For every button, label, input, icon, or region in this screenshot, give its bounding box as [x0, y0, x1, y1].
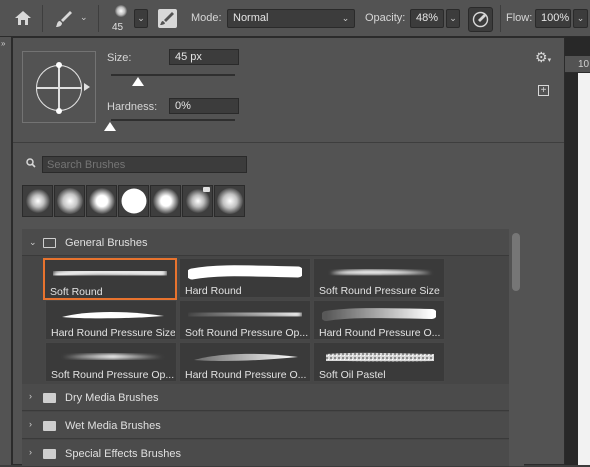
opacity-label: Opacity: [365, 12, 406, 24]
group-wet-media-brushes[interactable]: › Wet Media Brushes [22, 412, 509, 439]
brush-hard-round-pressure-size[interactable]: Hard Round Pressure Size [45, 300, 177, 340]
brush-soft-round[interactable]: Soft Round [43, 258, 177, 300]
recent-brush-4[interactable] [118, 185, 149, 217]
horizontal-ruler: 10 [564, 56, 590, 73]
tool-preset-chevron-icon[interactable]: ⌄ [80, 12, 88, 23]
stroke-preview [62, 311, 164, 319]
brush-name: Hard Round Pressure O... [185, 369, 307, 381]
chevron-down-icon[interactable]: ⌄ [29, 237, 37, 248]
stroke-preview [188, 309, 302, 320]
opacity-value: 48% [416, 12, 439, 24]
group-dry-media-brushes[interactable]: › Dry Media Brushes [22, 384, 509, 411]
brush-soft-oil-pastel[interactable]: Soft Oil Pastel [313, 342, 445, 382]
tools-panel-edge: » [0, 37, 12, 465]
brush-angle-preview[interactable] [22, 51, 96, 123]
stroke-preview [330, 269, 432, 275]
folder-icon [43, 393, 56, 403]
brush-name: Soft Round Pressure Op... [185, 327, 309, 339]
hardness-slider-thumb[interactable] [104, 122, 116, 131]
brush-size-value: 45 [112, 22, 124, 33]
hardness-label: Hardness: [107, 101, 158, 113]
stroke-preview [194, 353, 298, 361]
folder-icon [43, 421, 56, 431]
group-title: Dry Media Brushes [65, 392, 159, 404]
search-icon [26, 158, 36, 168]
brush-size-preview[interactable]: 45 [110, 3, 132, 35]
roundness-handle-bottom[interactable] [56, 108, 62, 114]
size-input[interactable]: 45 px [169, 49, 239, 65]
brush-hard-round[interactable]: Hard Round [179, 258, 311, 298]
brush-hard-round-pressure-opacity-size[interactable]: Hard Round Pressure O... [179, 342, 311, 382]
options-bar: ⌄ 45 ⌄ Mode: Normal ⌄ Opacity: 48% ⌄ Flo… [0, 0, 590, 37]
brush-name: Soft Round Pressure Op... [51, 369, 175, 381]
brush-tool-icon[interactable] [54, 9, 74, 29]
pressure-opacity-icon[interactable] [468, 7, 493, 32]
recent-brush-3[interactable] [86, 185, 117, 217]
brush-hard-round-pressure-opacity[interactable]: Hard Round Pressure O... [313, 300, 445, 340]
brush-name: Soft Round [50, 286, 103, 298]
brush-picker-chevron[interactable]: ⌄ [134, 9, 148, 28]
brush-soft-round-pressure-opacity[interactable]: Soft Round Pressure Op... [179, 300, 311, 340]
hardness-slider-track[interactable] [111, 119, 235, 121]
group-title: Wet Media Brushes [65, 420, 161, 432]
size-slider-track[interactable] [111, 74, 235, 76]
brush-name: Soft Round Pressure Size [319, 285, 440, 297]
brush-name: Soft Oil Pastel [319, 369, 386, 381]
brush-soft-round-pressure-opacity-size[interactable]: Soft Round Pressure Op... [45, 342, 177, 382]
recent-brush-1[interactable] [22, 185, 53, 217]
stroke-preview [188, 265, 302, 280]
brush-name: Hard Round Pressure O... [319, 327, 441, 339]
brush-settings-icon[interactable] [158, 9, 177, 28]
size-slider-thumb[interactable] [132, 77, 144, 86]
mode-dropdown[interactable]: Normal ⌄ [227, 9, 355, 28]
stroke-preview [326, 352, 434, 362]
brush-tip-icon [115, 5, 127, 17]
document-canvas[interactable] [578, 73, 590, 465]
home-icon[interactable] [14, 9, 32, 27]
brush-name: Hard Round [185, 285, 242, 297]
roundness-handle-top[interactable] [56, 62, 62, 68]
chevron-right-icon[interactable]: › [29, 447, 32, 457]
size-label: Size: [107, 52, 132, 64]
angle-arrow-icon[interactable] [84, 83, 90, 91]
stroke-preview [53, 267, 167, 279]
flow-input[interactable]: 100% [535, 9, 571, 28]
scrollbar-thumb[interactable] [512, 233, 520, 291]
stroke-preview [62, 354, 164, 360]
group-general-brushes[interactable]: ⌄ General Brushes [22, 229, 509, 256]
group-special-effects-brushes[interactable]: › Special Effects Brushes [22, 440, 509, 467]
recent-brush-2[interactable] [54, 185, 85, 217]
ruler-tick-label: 10 [578, 59, 590, 70]
opacity-input[interactable]: 48% [410, 9, 444, 28]
brush-soft-round-pressure-size[interactable]: Soft Round Pressure Size [313, 258, 445, 298]
recent-brush-7[interactable] [214, 185, 245, 217]
new-preset-icon[interactable]: + [538, 85, 549, 96]
flow-label: Flow: [506, 12, 533, 24]
chevron-right-icon[interactable]: › [29, 419, 32, 429]
brush-list: ⌄ General Brushes Soft Round Hard Round … [22, 229, 509, 467]
brush-name: Hard Round Pressure Size [51, 327, 175, 339]
brush-preset-picker: Size: 45 px Hardness: 0% ⚙▾ + ⌄ General … [12, 37, 565, 467]
group-title: Special Effects Brushes [65, 448, 181, 460]
search-brushes-input[interactable] [42, 156, 247, 173]
flow-chevron[interactable]: ⌄ [573, 9, 588, 28]
stroke-preview [322, 308, 436, 321]
expand-panel-icon[interactable]: » [1, 39, 5, 48]
chevron-right-icon[interactable]: › [29, 391, 32, 401]
hardness-input[interactable]: 0% [169, 98, 239, 114]
mode-label: Mode: [191, 12, 222, 24]
flow-value: 100% [541, 12, 570, 24]
opacity-chevron[interactable]: ⌄ [446, 9, 460, 28]
chevron-down-icon: ⌄ [341, 13, 350, 23]
recent-brush-5[interactable] [150, 185, 181, 217]
recent-brush-6[interactable] [182, 185, 213, 217]
gear-icon[interactable]: ⚙▾ [535, 50, 551, 68]
group-title: General Brushes [65, 237, 148, 249]
mode-value: Normal [233, 12, 269, 24]
folder-icon [43, 238, 56, 248]
roundness-axis [58, 65, 60, 111]
folder-icon [43, 449, 56, 459]
pressure-badge-icon [203, 187, 210, 192]
